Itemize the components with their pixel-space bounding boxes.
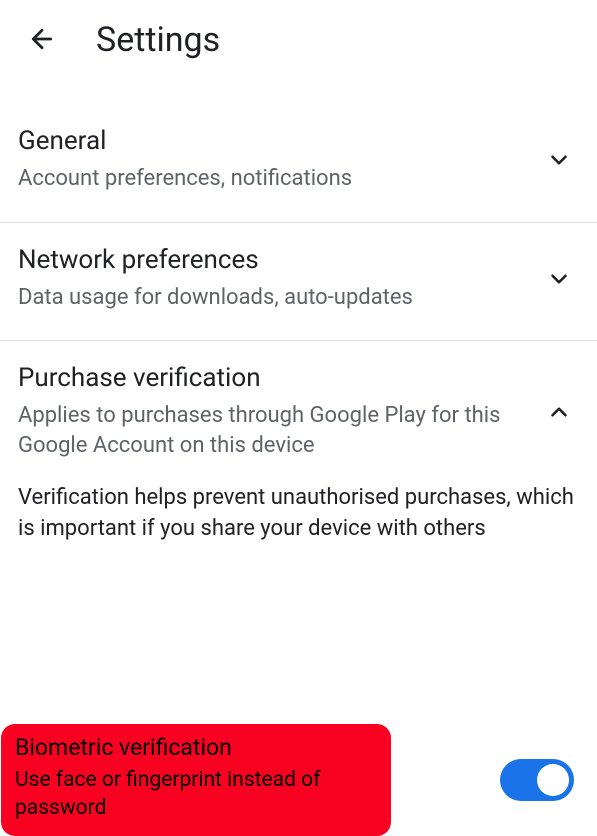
biometric-title: Biometric verification bbox=[15, 734, 379, 761]
biometric-toggle[interactable] bbox=[500, 759, 574, 801]
section-general-subtitle: Account preferences, notifications bbox=[18, 164, 525, 194]
section-purchase-title: Purchase verification bbox=[18, 363, 525, 393]
toggle-knob bbox=[537, 764, 569, 796]
section-purchase-subtitle: Applies to purchases through Google Play… bbox=[18, 401, 525, 460]
section-purchase-body: Verification helps prevent unauthorised … bbox=[18, 461, 579, 553]
back-button[interactable] bbox=[24, 22, 60, 58]
section-general-row[interactable]: General Account preferences, notificatio… bbox=[18, 126, 579, 194]
biometric-row: Biometric verification Use face or finge… bbox=[1, 724, 597, 836]
chevron-down-icon bbox=[545, 146, 573, 174]
section-purchase-row[interactable]: Purchase verification Applies to purchas… bbox=[18, 363, 579, 460]
section-network-text: Network preferences Data usage for downl… bbox=[18, 245, 545, 313]
app-header: Settings bbox=[0, 0, 597, 84]
biometric-highlight: Biometric verification Use face or finge… bbox=[1, 724, 391, 836]
section-network-title: Network preferences bbox=[18, 245, 525, 275]
chevron-down-icon bbox=[545, 265, 573, 293]
section-network-subtitle: Data usage for downloads, auto-updates bbox=[18, 283, 525, 313]
arrow-left-icon bbox=[27, 24, 57, 57]
chevron-up-icon bbox=[545, 398, 573, 426]
page-title: Settings bbox=[96, 20, 220, 60]
section-general: General Account preferences, notificatio… bbox=[0, 104, 597, 223]
section-general-title: General bbox=[18, 126, 525, 156]
section-network: Network preferences Data usage for downl… bbox=[0, 223, 597, 342]
section-purchase: Purchase verification Applies to purchas… bbox=[0, 341, 597, 580]
purchase-info-text: Verification helps prevent unauthorised … bbox=[18, 483, 579, 553]
section-general-text: General Account preferences, notificatio… bbox=[18, 126, 545, 194]
section-network-row[interactable]: Network preferences Data usage for downl… bbox=[18, 245, 579, 313]
section-purchase-text: Purchase verification Applies to purchas… bbox=[18, 363, 545, 460]
biometric-subtitle: Use face or fingerprint instead of passw… bbox=[15, 767, 379, 822]
